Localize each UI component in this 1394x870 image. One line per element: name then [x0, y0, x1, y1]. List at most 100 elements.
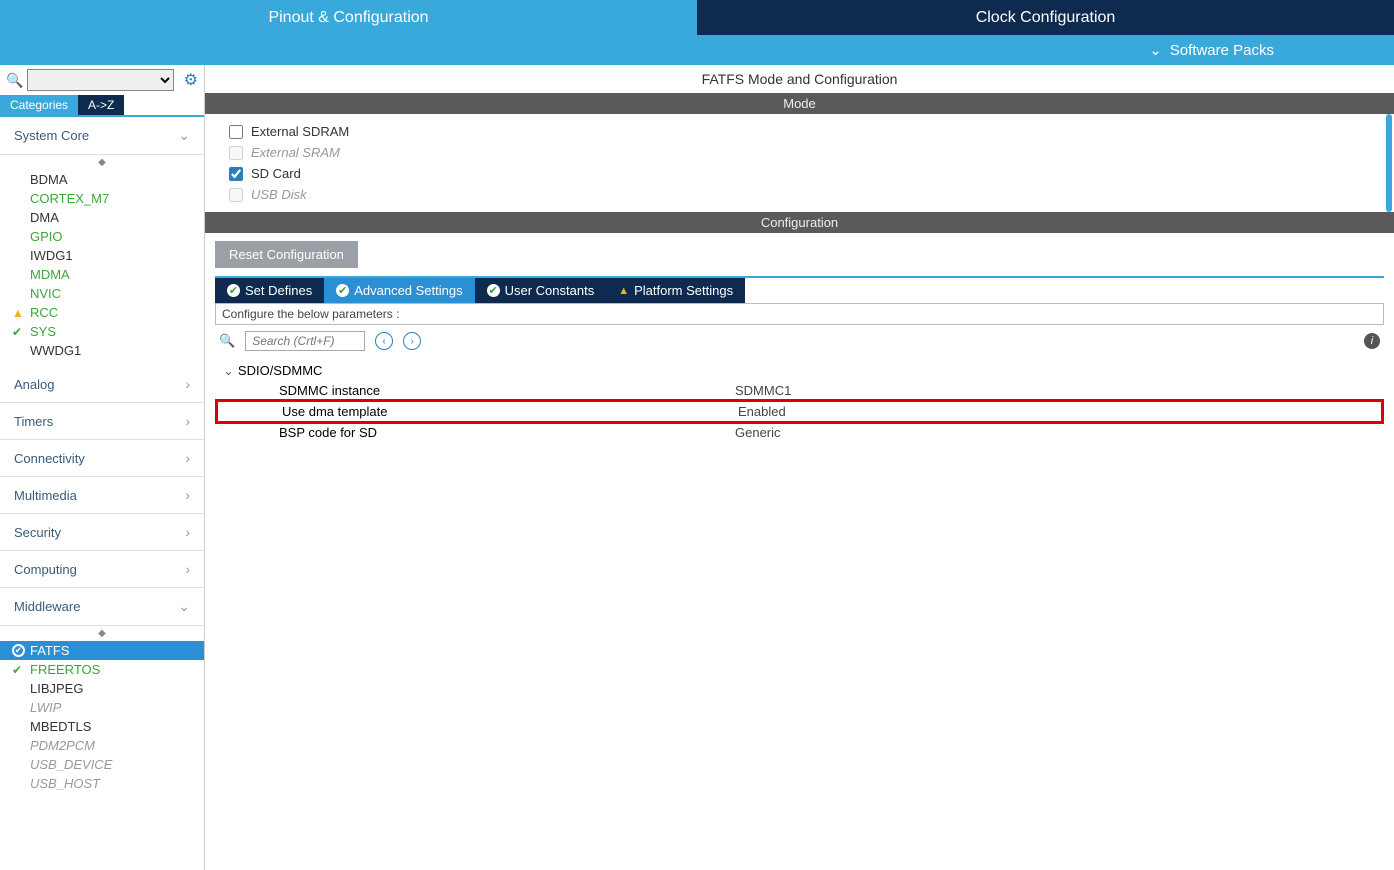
- category-label: Computing: [14, 562, 77, 577]
- param-value[interactable]: Enabled: [738, 404, 786, 419]
- sidebar-item-cortex_m7[interactable]: CORTEX_M7: [0, 189, 204, 208]
- mode-scrollbar[interactable]: [1386, 114, 1392, 212]
- cfg-tab-advanced-settings[interactable]: ✔ Advanced Settings: [324, 278, 474, 303]
- software-packs-link[interactable]: Software Packs: [1170, 42, 1274, 59]
- checkbox[interactable]: [229, 125, 243, 139]
- mode-option-external-sram: External SRAM: [229, 145, 1370, 160]
- mode-option-sd-card[interactable]: SD Card: [229, 166, 1370, 181]
- category-middleware[interactable]: Middleware⌄: [0, 588, 204, 626]
- chevron-right-icon: ›: [185, 376, 190, 392]
- category-security[interactable]: Security›: [0, 514, 204, 551]
- item-label: NVIC: [30, 286, 61, 301]
- tab-label: Advanced Settings: [354, 283, 462, 298]
- sidebar-item-dma[interactable]: DMA: [0, 208, 204, 227]
- mode-label: External SRAM: [251, 145, 340, 160]
- sidebar-item-usb_host[interactable]: USB_HOST: [0, 774, 204, 793]
- check-icon: ✔: [336, 284, 349, 297]
- sidebar-item-freertos[interactable]: ✔ FREERTOS: [0, 660, 204, 679]
- param-row[interactable]: BSP code for SDGeneric: [215, 423, 1384, 442]
- sidebar-item-bdma[interactable]: BDMA: [0, 170, 204, 189]
- category-label: System Core: [14, 128, 89, 143]
- item-label: WWDG1: [30, 343, 81, 358]
- tab-clock[interactable]: Clock Configuration: [697, 0, 1394, 35]
- check-icon: ✔: [12, 663, 22, 677]
- sidebar-item-libjpeg[interactable]: LIBJPEG: [0, 679, 204, 698]
- sidebar-item-nvic[interactable]: NVIC: [0, 284, 204, 303]
- param-label: Use dma template: [218, 404, 738, 419]
- item-label: PDM2PCM: [30, 738, 95, 753]
- view-tab-categories[interactable]: Categories: [0, 95, 78, 115]
- param-value[interactable]: Generic: [735, 425, 781, 440]
- param-value[interactable]: SDMMC1: [735, 383, 791, 398]
- item-label: FATFS: [30, 643, 69, 658]
- category-system-core[interactable]: System Core ⌄: [0, 117, 204, 155]
- param-row[interactable]: SDMMC instanceSDMMC1: [215, 381, 1384, 400]
- chevron-down-icon: ⌄: [178, 127, 190, 144]
- sidebar-item-usb_device[interactable]: USB_DEVICE: [0, 755, 204, 774]
- tab-pinout[interactable]: Pinout & Configuration: [0, 0, 697, 35]
- sidebar-search-select[interactable]: [27, 69, 173, 91]
- check-icon: ✔: [12, 325, 22, 339]
- category-multimedia[interactable]: Multimedia›: [0, 477, 204, 514]
- chevron-right-icon: ›: [185, 413, 190, 429]
- item-label: USB_DEVICE: [30, 757, 112, 772]
- item-label: RCC: [30, 305, 58, 320]
- updown-control[interactable]: ◆: [0, 626, 204, 641]
- sidebar-item-pdm2pcm[interactable]: PDM2PCM: [0, 736, 204, 755]
- gear-icon[interactable]: ⚙: [184, 70, 198, 90]
- category-analog[interactable]: Analog›: [0, 366, 204, 403]
- subbar: ⌄ Software Packs: [0, 35, 1394, 65]
- chevron-right-icon: ›: [185, 450, 190, 466]
- checkbox[interactable]: [229, 167, 243, 181]
- sidebar-item-iwdg1[interactable]: IWDG1: [0, 246, 204, 265]
- sidebar-item-rcc[interactable]: ▲ RCC: [0, 303, 204, 322]
- sidebar-item-gpio[interactable]: GPIO: [0, 227, 204, 246]
- tab-label: Platform Settings: [634, 283, 733, 298]
- cfg-tab-set-defines[interactable]: ✔Set Defines: [215, 278, 324, 303]
- item-label: GPIO: [30, 229, 63, 244]
- search-icon: 🔍: [219, 333, 235, 349]
- warning-icon: ▲: [618, 285, 629, 297]
- prev-result-button[interactable]: ‹: [375, 332, 393, 350]
- param-row[interactable]: Use dma templateEnabled: [215, 399, 1384, 424]
- view-tab-az[interactable]: A->Z: [78, 95, 124, 115]
- item-label: LWIP: [30, 700, 61, 715]
- updown-control[interactable]: ◆: [0, 155, 204, 170]
- tab-label: Set Defines: [245, 283, 312, 298]
- sidebar: 🔍 ⚙ Categories A->Z System Core⌄◆BDMACOR…: [0, 65, 205, 870]
- warning-icon: ▲: [12, 306, 24, 320]
- reset-configuration-button[interactable]: Reset Configuration: [215, 241, 358, 268]
- info-icon[interactable]: i: [1364, 333, 1380, 349]
- next-result-button[interactable]: ›: [403, 332, 421, 350]
- mode-label: USB Disk: [251, 187, 307, 202]
- chevron-right-icon: ›: [185, 561, 190, 577]
- chevron-down-icon[interactable]: ⌄: [1149, 41, 1162, 59]
- mode-option-external-sdram[interactable]: External SDRAM: [229, 124, 1370, 139]
- tree-node-root[interactable]: ⌄SDIO/SDMMC: [215, 363, 322, 379]
- check-icon: ✔: [487, 284, 500, 297]
- mode-label: External SDRAM: [251, 124, 349, 139]
- param-label: SDMMC instance: [215, 383, 735, 398]
- item-label: FREERTOS: [30, 662, 100, 677]
- category-timers[interactable]: Timers›: [0, 403, 204, 440]
- item-label: MBEDTLS: [30, 719, 91, 734]
- sidebar-item-sys[interactable]: ✔ SYS: [0, 322, 204, 341]
- sidebar-item-mbedtls[interactable]: MBEDTLS: [0, 717, 204, 736]
- category-computing[interactable]: Computing ›: [0, 551, 204, 588]
- sidebar-item-lwip[interactable]: LWIP: [0, 698, 204, 717]
- item-label: SYS: [30, 324, 56, 339]
- param-label: BSP code for SD: [215, 425, 735, 440]
- category-label: Multimedia: [14, 488, 77, 503]
- tab-label: User Constants: [505, 283, 595, 298]
- sidebar-item-mdma[interactable]: MDMA: [0, 265, 204, 284]
- mode-option-usb-disk: USB Disk: [229, 187, 1370, 202]
- param-search-input[interactable]: [245, 331, 365, 351]
- cfg-tab-user-constants[interactable]: ✔ User Constants: [475, 278, 607, 303]
- cfg-tab-platform-settings[interactable]: ▲ Platform Settings: [606, 278, 745, 303]
- category-connectivity[interactable]: Connectivity›: [0, 440, 204, 477]
- caret-down-icon: ⌄: [223, 363, 234, 378]
- chevron-down-icon: ⌄: [178, 598, 190, 615]
- sidebar-item-fatfs[interactable]: ✔FATFS: [0, 641, 204, 660]
- item-label: IWDG1: [30, 248, 73, 263]
- sidebar-item-wwdg1[interactable]: WWDG1: [0, 341, 204, 360]
